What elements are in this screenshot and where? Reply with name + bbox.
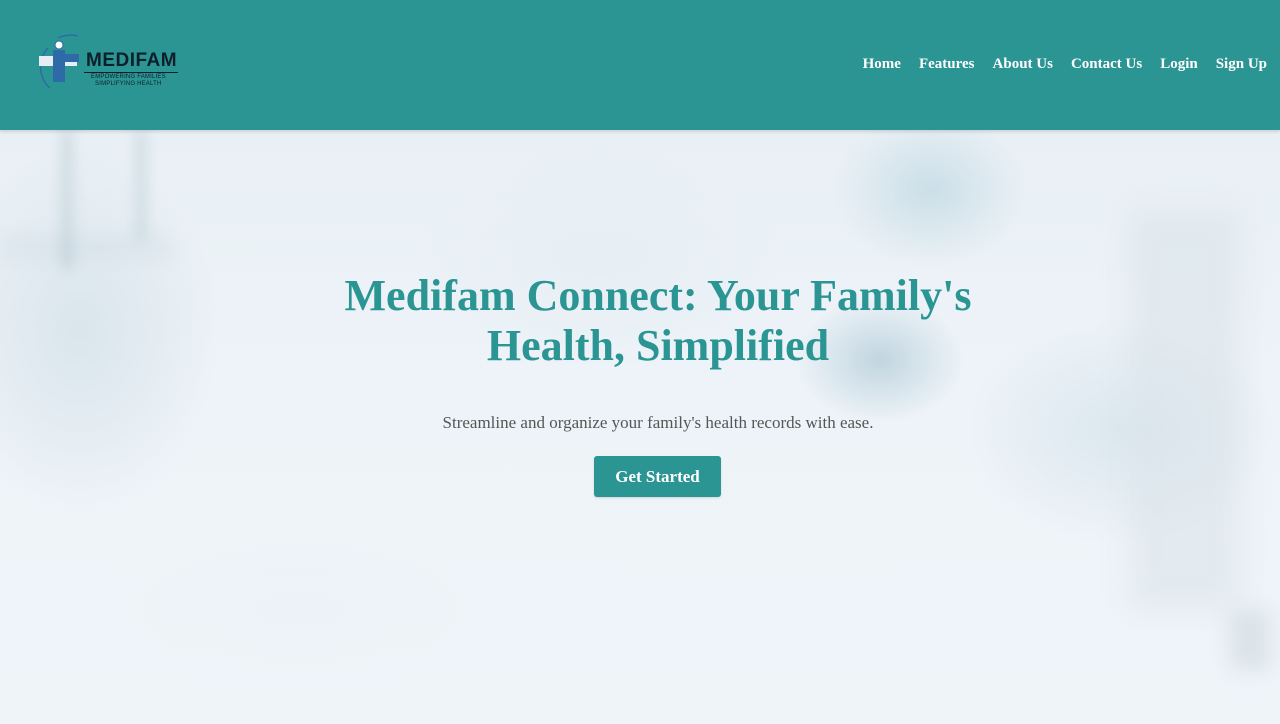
logo-wordmark: MEDIFAM: [86, 50, 178, 71]
logo-divider: [84, 72, 178, 73]
nav-contact-us[interactable]: Contact Us: [1071, 56, 1142, 73]
hero-section: Medifam Connect: Your Family's Health, S…: [0, 130, 1280, 724]
main-nav: Home Features About Us Contact Us Login …: [845, 56, 1267, 73]
nav-home[interactable]: Home: [863, 56, 901, 73]
hero-subtitle: Streamline and organize your family's he…: [442, 413, 874, 432]
nav-features[interactable]: Features: [919, 56, 975, 73]
page: MEDIFAM EMPOWERING FAMILIES SIMPLIFYING …: [0, 0, 1280, 724]
medifam-logo[interactable]: MEDIFAM EMPOWERING FAMILIES SIMPLIFYING …: [36, 34, 186, 96]
hero-title: Medifam Connect: Your Family's Health, S…: [344, 271, 972, 370]
nav-login[interactable]: Login: [1160, 56, 1198, 73]
nav-sign-up[interactable]: Sign Up: [1216, 56, 1267, 73]
site-header: MEDIFAM EMPOWERING FAMILIES SIMPLIFYING …: [0, 0, 1280, 130]
logo-tagline-1: EMPOWERING FAMILIES: [91, 74, 166, 80]
logo-tagline-2: SIMPLIFYING HEALTH: [95, 81, 162, 87]
get-started-button[interactable]: Get Started: [594, 456, 721, 497]
nav-about-us[interactable]: About Us: [993, 56, 1053, 73]
